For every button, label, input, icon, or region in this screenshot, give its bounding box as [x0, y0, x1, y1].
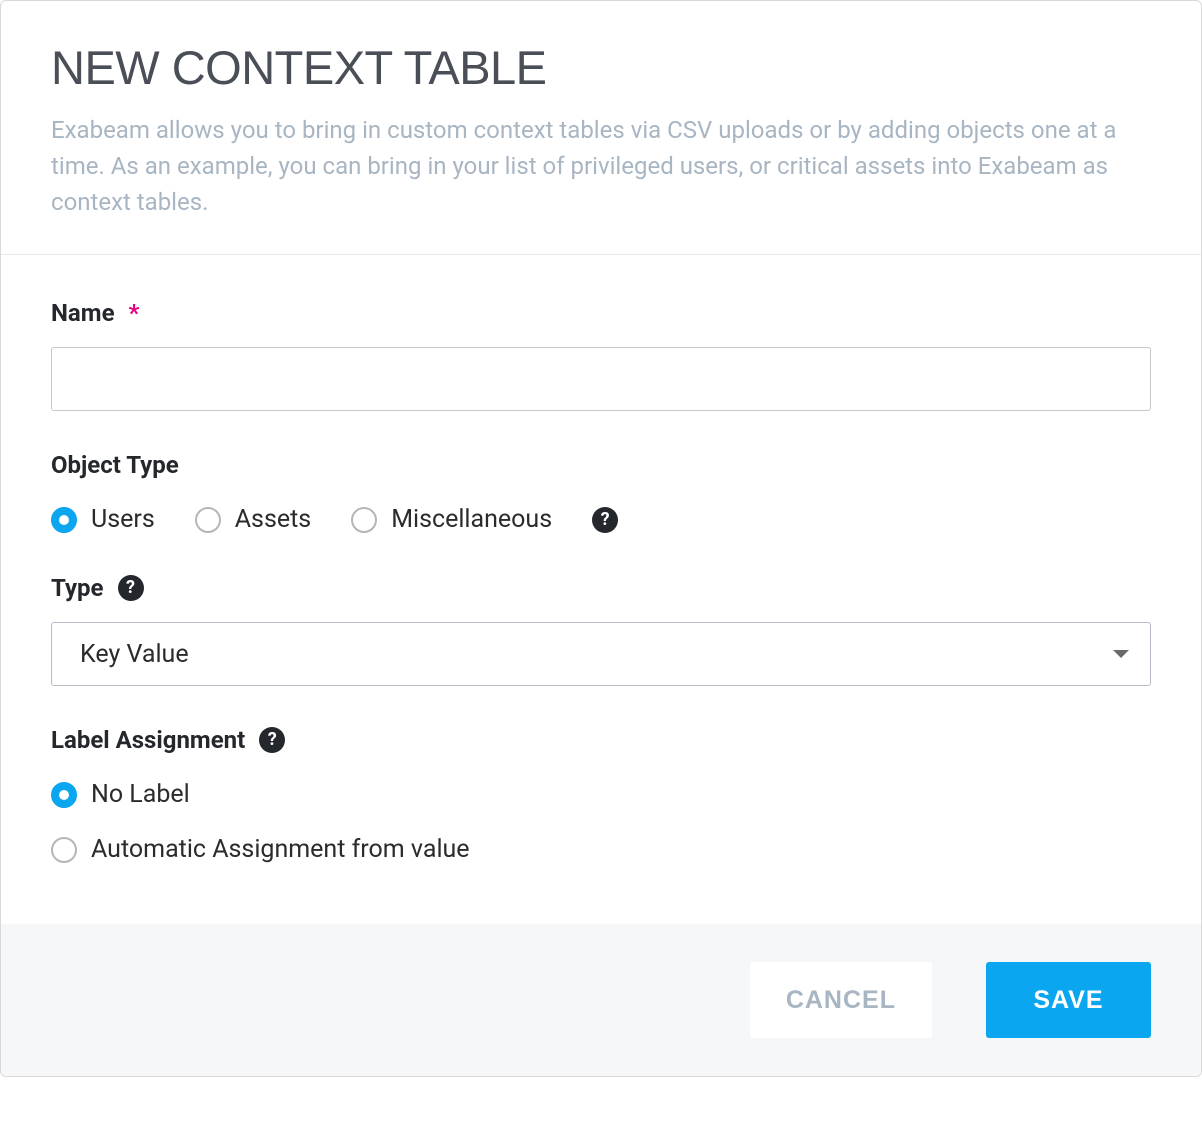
type-group: Type ? Key Value	[51, 574, 1151, 686]
radio-icon	[195, 507, 221, 533]
help-icon[interactable]: ?	[259, 727, 285, 753]
radio-icon	[51, 837, 77, 863]
object-type-options: Users Assets Miscellaneous ?	[51, 505, 1151, 534]
object-type-label: Object Type	[51, 451, 179, 479]
label-assignment-label: Label Assignment	[51, 726, 245, 754]
type-select[interactable]: Key Value	[51, 622, 1151, 686]
object-type-radio-assets[interactable]: Assets	[195, 505, 311, 534]
radio-label: Automatic Assignment from value	[91, 835, 470, 864]
radio-label: No Label	[91, 780, 190, 809]
object-type-group: Object Type Users Assets Miscellaneous ?	[51, 451, 1151, 534]
help-icon[interactable]: ?	[592, 507, 618, 533]
dialog-body: Name * Object Type Users Assets Miscellan…	[1, 255, 1201, 924]
radio-icon	[351, 507, 377, 533]
help-icon[interactable]: ?	[118, 575, 144, 601]
save-button[interactable]: Save	[986, 962, 1151, 1038]
radio-label: Users	[91, 505, 155, 534]
name-input[interactable]	[51, 347, 1151, 411]
new-context-table-dialog: New Context Table Exabeam allows you to …	[0, 0, 1202, 1077]
label-assignment-options: No Label Automatic Assignment from value	[51, 780, 1151, 864]
type-select-value: Key Value	[51, 622, 1151, 686]
name-label-text: Name	[51, 299, 115, 327]
cancel-button[interactable]: Cancel	[750, 962, 932, 1038]
dialog-header: New Context Table Exabeam allows you to …	[1, 1, 1201, 255]
object-type-radio-users[interactable]: Users	[51, 505, 155, 534]
radio-label: Miscellaneous	[391, 505, 552, 534]
object-type-radio-miscellaneous[interactable]: Miscellaneous	[351, 505, 552, 534]
dialog-footer: Cancel Save	[1, 924, 1201, 1076]
dialog-description: Exabeam allows you to bring in custom co…	[51, 112, 1151, 220]
dialog-title: New Context Table	[51, 43, 1151, 92]
label-assignment-group: Label Assignment ? No Label Automatic As…	[51, 726, 1151, 864]
radio-icon	[51, 782, 77, 808]
radio-label: Assets	[235, 505, 311, 534]
label-assignment-radio-no-label[interactable]: No Label	[51, 780, 1151, 809]
type-label-wrap: Type ?	[51, 574, 144, 602]
label-assignment-label-wrap: Label Assignment ?	[51, 726, 285, 754]
required-marker: *	[129, 299, 140, 327]
radio-icon	[51, 507, 77, 533]
label-assignment-radio-auto[interactable]: Automatic Assignment from value	[51, 835, 1151, 864]
type-label: Type	[51, 574, 104, 602]
name-label: Name *	[51, 299, 139, 327]
name-field-group: Name *	[51, 299, 1151, 411]
